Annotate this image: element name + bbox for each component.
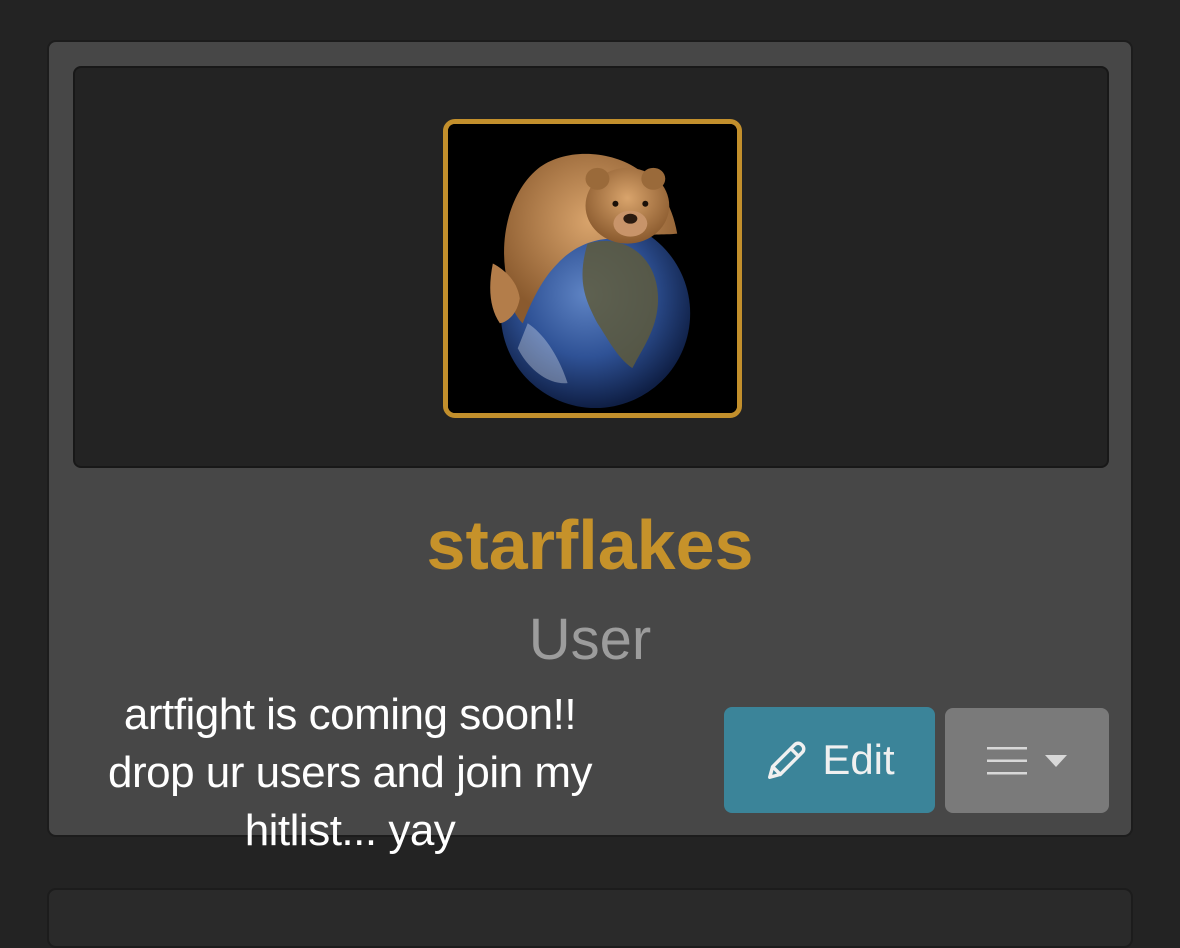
- caret-down-icon: [1045, 754, 1067, 767]
- edit-button-label: Edit: [822, 736, 895, 783]
- edit-button[interactable]: Edit: [724, 707, 935, 813]
- bear-on-globe-avatar-icon: [448, 124, 737, 413]
- avatar[interactable]: [443, 119, 742, 418]
- pencil-icon: [768, 741, 806, 779]
- caption-line: drop ur users and join my: [108, 748, 592, 797]
- username: starflakes: [426, 506, 754, 584]
- caption-overlay: artfight is coming soon!! drop ur users …: [60, 686, 640, 860]
- user-role: User: [528, 607, 652, 672]
- hamburger-icon: [987, 746, 1027, 774]
- options-menu-button[interactable]: [945, 708, 1109, 813]
- profile-banner: [73, 66, 1109, 468]
- next-card: [47, 888, 1133, 948]
- caption-line: artfight is coming soon!!: [123, 690, 577, 739]
- caption-line: hitlist... yay: [244, 806, 456, 855]
